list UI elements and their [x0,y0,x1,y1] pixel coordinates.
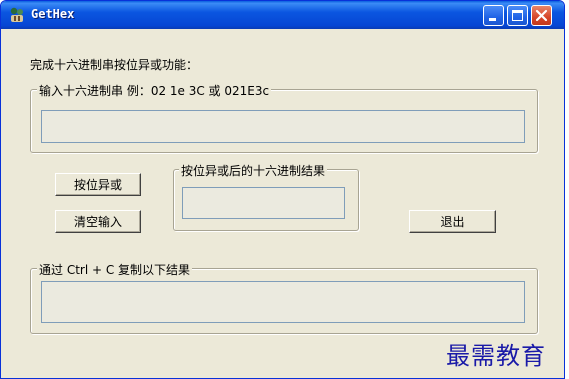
maximize-button[interactable] [507,5,528,26]
title-bar[interactable]: GetHex [1,1,564,29]
copy-group-legend: 通过 Ctrl + C 复制以下结果 [37,261,193,278]
copy-result-field[interactable] [41,281,525,323]
watermark-text: 最需教育 [446,342,546,370]
minimize-button[interactable] [483,5,504,26]
clear-input-button[interactable]: 清空输入 [55,210,141,233]
result-field[interactable] [182,187,345,219]
xor-button[interactable]: 按位异或 [55,173,141,196]
hex-input-field[interactable] [41,110,525,143]
result-group-legend: 按位异或后的十六进制结果 [179,162,328,179]
app-icon [8,6,26,24]
input-group-legend: 输入十六进制串 例：02 1e 3C 或 021E3c [37,82,272,99]
close-button[interactable] [531,5,552,26]
close-icon [535,9,548,22]
window-title: GetHex [31,7,75,21]
maximize-icon [512,10,523,21]
minimize-icon [489,18,496,21]
exit-button[interactable]: 退出 [409,210,496,233]
description-label: 完成十六进制串按位异或功能： [30,58,199,72]
gethex-window: GetHex 完成十六进制串按位异或功能： 输入十六进制串 例：02 1e 3C… [0,0,565,379]
